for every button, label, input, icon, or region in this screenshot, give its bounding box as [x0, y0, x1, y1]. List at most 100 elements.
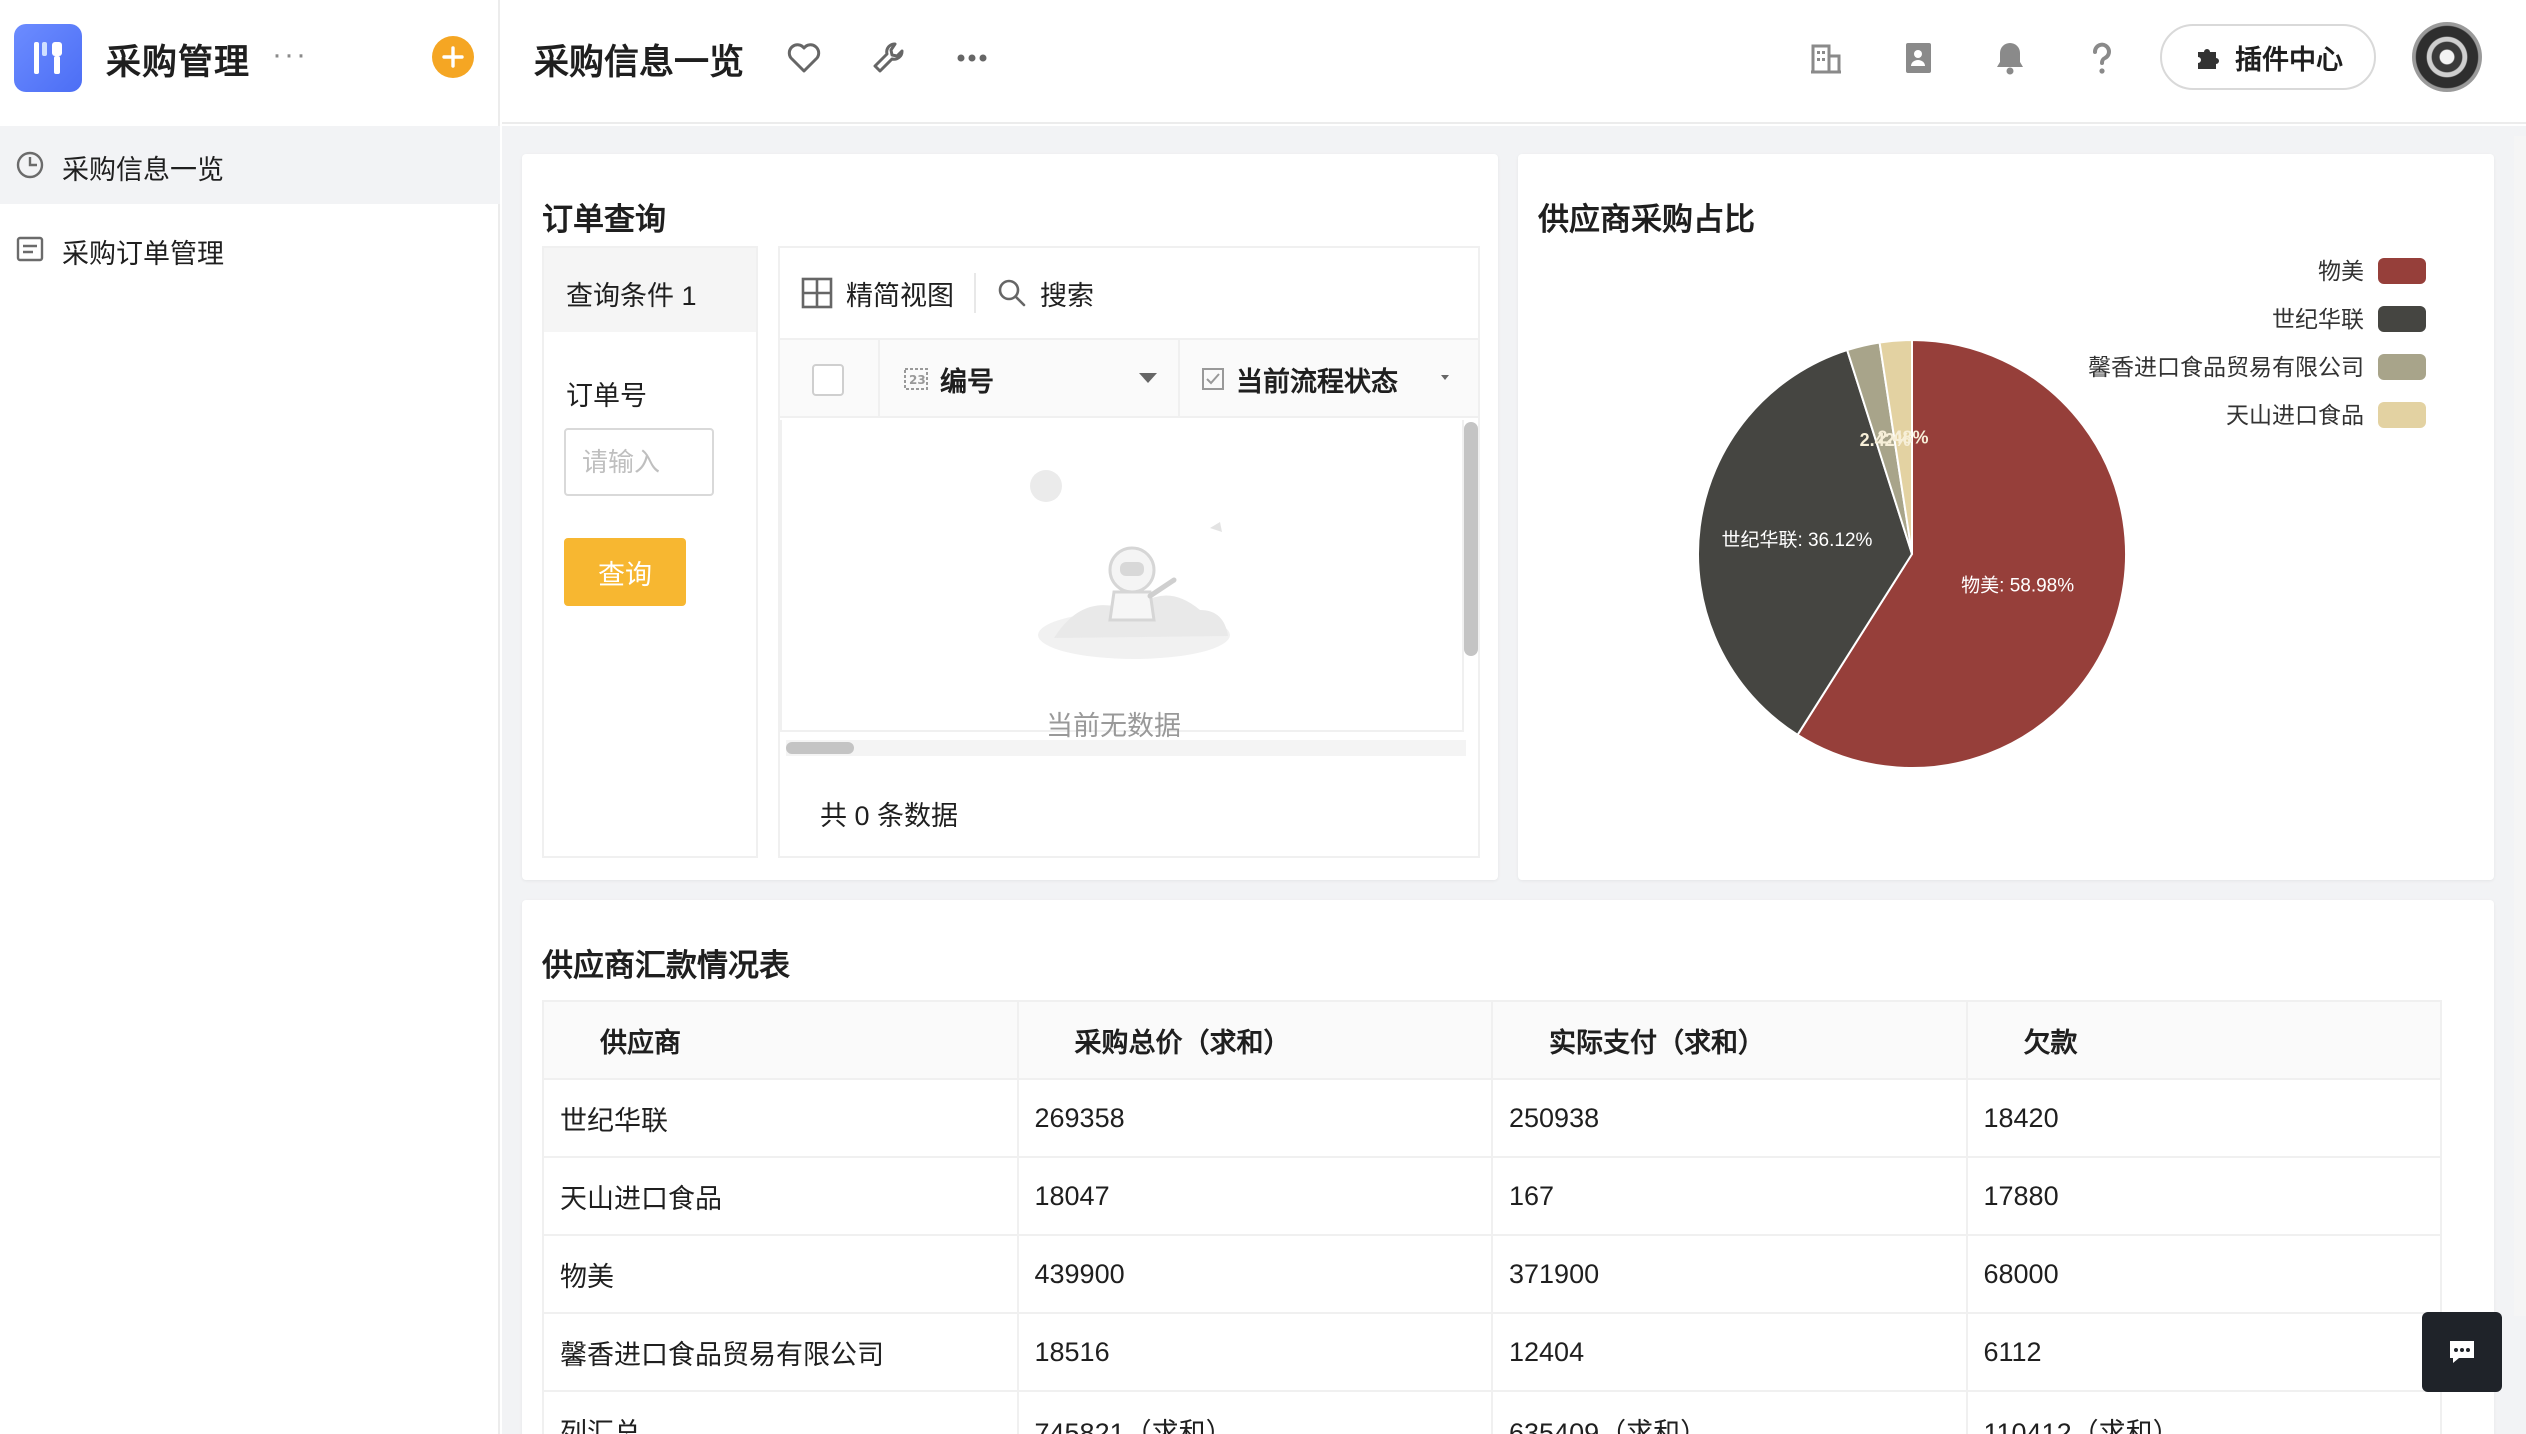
query-panel: 查询条件 1 订单号 查询: [542, 246, 758, 858]
horizontal-scrollbar[interactable]: [786, 740, 1466, 756]
sidebar: 采购管理 ··· 采购信息一览 采购订单管理: [0, 0, 500, 1434]
compact-view-button[interactable]: 精简视图: [800, 274, 954, 313]
table-cell: 6112: [1965, 1312, 2442, 1392]
add-page-button[interactable]: [432, 36, 474, 78]
app-logo-icon[interactable]: [14, 24, 82, 92]
table-cell: 12404: [1491, 1312, 1968, 1392]
column-header-arrears[interactable]: 欠款: [1965, 1000, 2442, 1080]
query-button[interactable]: 查询: [564, 538, 686, 606]
plugin-center-button[interactable]: 插件中心: [2160, 24, 2376, 90]
vertical-scrollbar[interactable]: [1462, 422, 1478, 710]
table-cell: 18420: [1965, 1078, 2442, 1158]
table-cell: 269358: [1016, 1078, 1493, 1158]
table-cell: 250938: [1491, 1078, 1968, 1158]
supplier-payment-card: 供应商汇款情况表 供应商 采购总价（求和） 实际支付（求和） 欠款 世纪华联 2…: [522, 900, 2494, 1434]
table-header-row: 供应商 采购总价（求和） 实际支付（求和） 欠款: [542, 1000, 2442, 1080]
table-cell: 110412（求和）: [1965, 1390, 2442, 1434]
order-query-card: 订单查询 查询条件 1 订单号 查询 精简视图: [522, 154, 1498, 880]
table-row[interactable]: 馨香进口食品贸易有限公司 18516 12404 6112: [542, 1312, 2442, 1392]
table-cell: 371900: [1491, 1234, 1968, 1314]
legend-label[interactable]: 世纪华联: [2272, 306, 2364, 332]
column-header-number[interactable]: 23 编号: [902, 340, 994, 418]
wrench-icon[interactable]: [868, 38, 908, 78]
query-condition-tab[interactable]: 查询条件 1: [544, 248, 756, 332]
table-toolbar: 精简视图 搜索: [780, 248, 1478, 338]
list-icon: [16, 236, 44, 262]
page-scrollbar[interactable]: [2514, 136, 2526, 1316]
user-avatar[interactable]: [2412, 22, 2482, 92]
number-field-icon: 23: [904, 368, 928, 390]
table-cell: 18047: [1016, 1156, 1493, 1236]
pie-chart: 物美: 58.98%世纪华联: 36.12%2.42%2.48%物美世纪华联馨香…: [1697, 258, 2426, 769]
grid-icon: [801, 277, 833, 309]
svg-text:23: 23: [909, 373, 926, 387]
select-all-checkbox[interactable]: [812, 364, 844, 396]
legend-swatch[interactable]: [2378, 306, 2426, 332]
table-summary-row[interactable]: 列汇总 745821（求和） 635409（求和） 110412（求和）: [542, 1390, 2442, 1434]
pie-slice-label: 物美: 58.98%: [1961, 575, 2074, 597]
heart-icon[interactable]: [784, 38, 824, 78]
page-title: 采购信息一览: [534, 43, 745, 82]
help-icon[interactable]: [2082, 38, 2122, 78]
summary-table-title: 供应商汇款情况表: [542, 948, 790, 983]
column-header-status[interactable]: 当前流程状态: [1200, 340, 1398, 418]
table-cell: 68000: [1965, 1234, 2442, 1314]
table-header: 23 编号 当前流程状态: [780, 338, 1478, 418]
more-icon[interactable]: [952, 38, 992, 78]
order-query-title: 订单查询: [542, 202, 666, 237]
column-header-actual-paid[interactable]: 实际支付（求和）: [1491, 1000, 1968, 1080]
table-cell: 馨香进口食品贸易有限公司: [542, 1312, 1019, 1392]
app-more-icon[interactable]: ···: [272, 40, 308, 70]
table-row[interactable]: 天山进口食品 18047 167 17880: [542, 1156, 2442, 1236]
puzzle-icon: [2198, 49, 2219, 69]
table-cell: 18516: [1016, 1312, 1493, 1392]
sidebar-item-label: 采购信息一览: [62, 155, 224, 185]
order-number-input[interactable]: [564, 428, 714, 496]
legend-swatch[interactable]: [2378, 354, 2426, 380]
search-button[interactable]: 搜索: [996, 274, 1094, 313]
building-icon[interactable]: [1806, 38, 1846, 78]
empty-state-text: 当前无数据: [1046, 711, 1181, 741]
table-cell: 世纪华联: [542, 1078, 1019, 1158]
pie-slice-label: 世纪华联: 36.12%: [1721, 529, 1872, 551]
app-title: 采购管理: [106, 43, 251, 82]
column-header-total-price[interactable]: 采购总价（求和）: [1016, 1000, 1493, 1080]
sidebar-item-purchase-overview[interactable]: 采购信息一览: [0, 126, 500, 204]
clock-icon: [16, 151, 44, 179]
legend-label[interactable]: 物美: [2318, 258, 2364, 284]
toolbar-divider: [974, 273, 976, 313]
legend-swatch[interactable]: [2378, 258, 2426, 284]
search-label: 搜索: [1040, 280, 1094, 311]
table-cell: 17880: [1965, 1156, 2442, 1236]
compact-view-label: 精简视图: [846, 280, 954, 311]
table-cell: 列汇总: [542, 1390, 1019, 1434]
chevron-down-icon[interactable]: [1136, 370, 1160, 386]
table-cell: 天山进口食品: [542, 1156, 1019, 1236]
chat-button[interactable]: [2422, 1312, 2502, 1392]
table-body: 当前无数据: [780, 420, 1464, 741]
content-area: 订单查询 查询条件 1 订单号 查询 精简视图: [502, 126, 2526, 1434]
table-cell: 439900: [1016, 1234, 1493, 1314]
table-cell: 167: [1491, 1156, 1968, 1236]
pie-slice-label: 2.48%: [1878, 427, 1929, 447]
table-row[interactable]: 世纪华联 269358 250938 18420: [542, 1078, 2442, 1158]
sidebar-item-label: 采购订单管理: [62, 239, 224, 269]
column-header-supplier[interactable]: 供应商: [542, 1000, 1019, 1080]
chevron-down-icon[interactable]: [1440, 374, 1450, 382]
column-divider: [1178, 340, 1180, 418]
table-cell: 745821（求和）: [1016, 1390, 1493, 1434]
app-header: 采购管理 ···: [0, 0, 500, 116]
table-cell: 物美: [542, 1234, 1019, 1314]
table-row[interactable]: 物美 439900 371900 68000: [542, 1234, 2442, 1314]
bell-icon[interactable]: [1990, 38, 2030, 78]
supplier-payment-table: 供应商 采购总价（求和） 实际支付（求和） 欠款 世纪华联 269358 250…: [542, 1000, 2442, 1434]
legend-label[interactable]: 馨香进口食品贸易有限公司: [2088, 354, 2364, 380]
search-icon: [998, 279, 1026, 307]
sidebar-item-purchase-orders[interactable]: 采购订单管理: [0, 210, 500, 288]
legend-label[interactable]: 天山进口食品: [2226, 402, 2364, 428]
contacts-icon[interactable]: [1898, 38, 1938, 78]
top-bar: 采购信息一览 插件中心: [502, 0, 2526, 124]
legend-swatch[interactable]: [2378, 402, 2426, 428]
empty-state-illustration: [1030, 470, 1230, 659]
total-count-text: 共 0 条数据: [820, 801, 959, 831]
